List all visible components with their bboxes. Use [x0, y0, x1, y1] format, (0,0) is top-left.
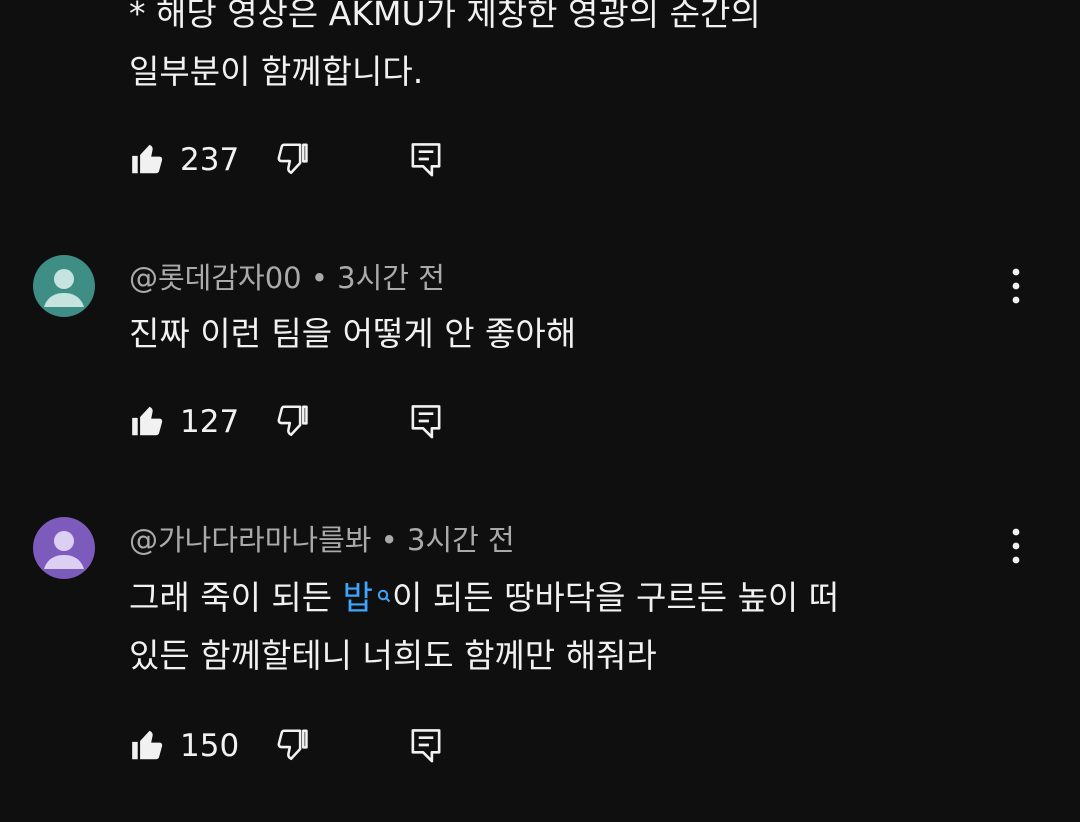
- comment-actions: 150: [0, 722, 1080, 770]
- comment-text-segment: 이 되든 땅바닥을 구르든 높이 떠: [392, 578, 840, 617]
- meta-separator: •: [380, 523, 398, 557]
- comment-text: 그래 죽이 되든 밥 이 되든 땅바닥을 구르든 높이 떠 있든 함께할테니 너희…: [129, 569, 839, 685]
- more-vert-icon[interactable]: [1000, 264, 1032, 308]
- search-link-label[interactable]: 밥: [343, 578, 373, 617]
- comment-text-segment: 그래 죽이 되든: [129, 578, 343, 617]
- search-link[interactable]: 밥: [343, 578, 392, 617]
- meta-separator: •: [310, 261, 328, 295]
- comment-line: 일부분이 함께합니다.: [129, 52, 424, 91]
- comment-actions: 237: [0, 136, 1080, 184]
- thumbs-down-icon[interactable]: [274, 726, 312, 768]
- comment-author[interactable]: @가나다라마나를봐: [129, 523, 371, 557]
- comment-meta: @가나다라마나를봐 • 3시간 전: [129, 520, 515, 560]
- comment-actions: 127: [0, 398, 1080, 446]
- comment-author[interactable]: @롯데감자00: [129, 261, 302, 295]
- comment-line: 있든 함께할테니 너희도 함께만 해줘라: [129, 636, 657, 675]
- comment-text: * 해당 영상은 AKMU가 제창한 영광의 순간의 일부분이 함께합니다.: [129, 0, 761, 101]
- more-vert-icon[interactable]: [1000, 524, 1032, 568]
- thumbs-up-icon[interactable]: [129, 140, 167, 182]
- reply-icon[interactable]: [408, 402, 444, 444]
- like-count: 150: [180, 728, 240, 764]
- thumbs-down-icon[interactable]: [274, 402, 312, 444]
- thumbs-up-icon[interactable]: [129, 726, 167, 768]
- reply-icon[interactable]: [408, 140, 444, 182]
- avatar[interactable]: [33, 255, 95, 317]
- comment-time: 3시간 전: [337, 261, 445, 295]
- thumbs-down-icon[interactable]: [274, 140, 312, 182]
- comment-meta: @롯데감자00 • 3시간 전: [129, 258, 445, 298]
- search-icon[interactable]: [376, 569, 392, 627]
- like-count: 237: [180, 142, 240, 178]
- comment-time: 3시간 전: [407, 523, 515, 557]
- avatar[interactable]: [33, 517, 95, 579]
- comment-line: 그래 죽이 되든 밥 이 되든 땅바닥을 구르든 높이 떠: [129, 569, 839, 627]
- thumbs-up-icon[interactable]: [129, 402, 167, 444]
- comment-line: * 해당 영상은 AKMU가 제창한 영광의 순간의: [129, 0, 761, 33]
- like-count: 127: [180, 404, 240, 440]
- comment-text: 진짜 이런 팀을 어떻게 안 좋아해: [129, 305, 576, 363]
- reply-icon[interactable]: [408, 726, 444, 768]
- comment-line: 진짜 이런 팀을 어떻게 안 좋아해: [129, 314, 577, 353]
